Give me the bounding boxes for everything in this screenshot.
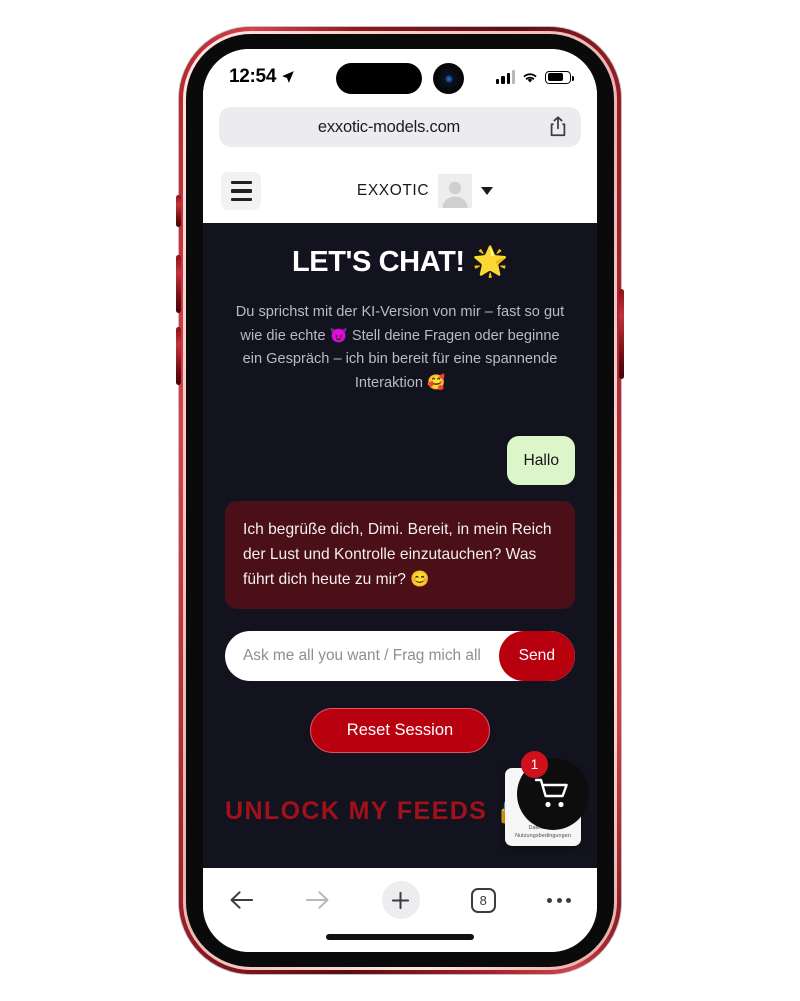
chat-composer: Send [225,630,575,681]
back-arrow-icon[interactable] [229,889,254,911]
status-time: 12:54 [229,66,295,88]
volume-down-button[interactable] [176,327,181,385]
shopping-cart-icon [534,778,568,808]
home-indicator[interactable] [326,934,474,940]
unlock-my-feeds-banner[interactable]: UNLOCK MY FEEDS 🔒 [225,797,528,826]
hamburger-menu-icon[interactable] [221,172,261,210]
chat-message-user: Hallo [225,435,575,485]
iphone-device: 12:54 exxotic-models.com EXXOTIC LET'S C… [176,27,624,974]
chat-input[interactable] [225,630,499,681]
dynamic-island-pill [336,63,422,94]
message-bubble: Ich begrüße dich, Dimi. Bereit, in mein … [225,500,575,609]
chat-thread: Hallo Ich begrüße dich, Dimi. Bereit, in… [225,396,575,609]
page-title: LET'S CHAT! 🌟 [291,246,509,278]
chevron-down-icon[interactable] [481,187,494,195]
message-bubble: Hallo [507,435,575,485]
chat-message-bot: Ich begrüße dich, Dimi. Bereit, in mein … [225,500,575,609]
forward-arrow-icon[interactable] [305,889,330,911]
intro-paragraph: Du sprichst mit der KI-Version von mir –… [235,304,565,391]
status-indicators [496,70,574,84]
consent-line-2[interactable]: Nutzungsbedingungen [510,832,576,840]
site-header: EXXOTIC [203,159,597,223]
unlock-label: UNLOCK MY FEEDS [225,797,488,825]
safari-url-bar[interactable]: exxotic-models.com [219,107,581,147]
silent-switch[interactable] [176,195,181,227]
brand-cluster: EXXOTIC [271,174,579,208]
phone-screen: 12:54 exxotic-models.com EXXOTIC LET'S C… [203,49,597,952]
cellular-signal-icon [496,70,515,84]
safari-toolbar: 8 [203,868,597,932]
home-indicator-area [203,932,597,952]
location-arrow-icon [282,71,294,83]
volume-up-button[interactable] [176,255,181,313]
dynamic-island [336,63,464,94]
front-camera [433,63,464,94]
cart-floating-button[interactable]: 1 [517,751,589,830]
share-icon[interactable] [547,115,569,139]
tab-count-button[interactable]: 8 [470,887,496,913]
cart-badge: 1 [521,751,548,778]
status-time-label: 12:54 [229,66,277,87]
chat-page: LET'S CHAT! 🌟 Du sprichst mit der KI-Ver… [203,223,597,868]
url-text[interactable]: exxotic-models.com [231,118,547,137]
reset-session-button[interactable]: Reset Session [309,707,491,753]
battery-icon [545,70,574,84]
more-dots-icon[interactable] [547,897,571,903]
new-tab-button[interactable] [381,881,420,919]
reset-row: Reset Session [225,707,575,753]
brand-label: EXXOTIC [356,182,430,199]
send-button[interactable]: Send [498,630,575,681]
user-avatar-icon[interactable] [438,174,473,208]
power-button[interactable] [619,289,624,379]
ios-status-bar: 12:54 [203,49,597,105]
screenshot-stage: 12:54 exxotic-models.com EXXOTIC LET'S C… [0,0,800,1001]
safari-url-bar-container: exxotic-models.com [203,105,597,159]
wifi-icon [523,72,537,83]
